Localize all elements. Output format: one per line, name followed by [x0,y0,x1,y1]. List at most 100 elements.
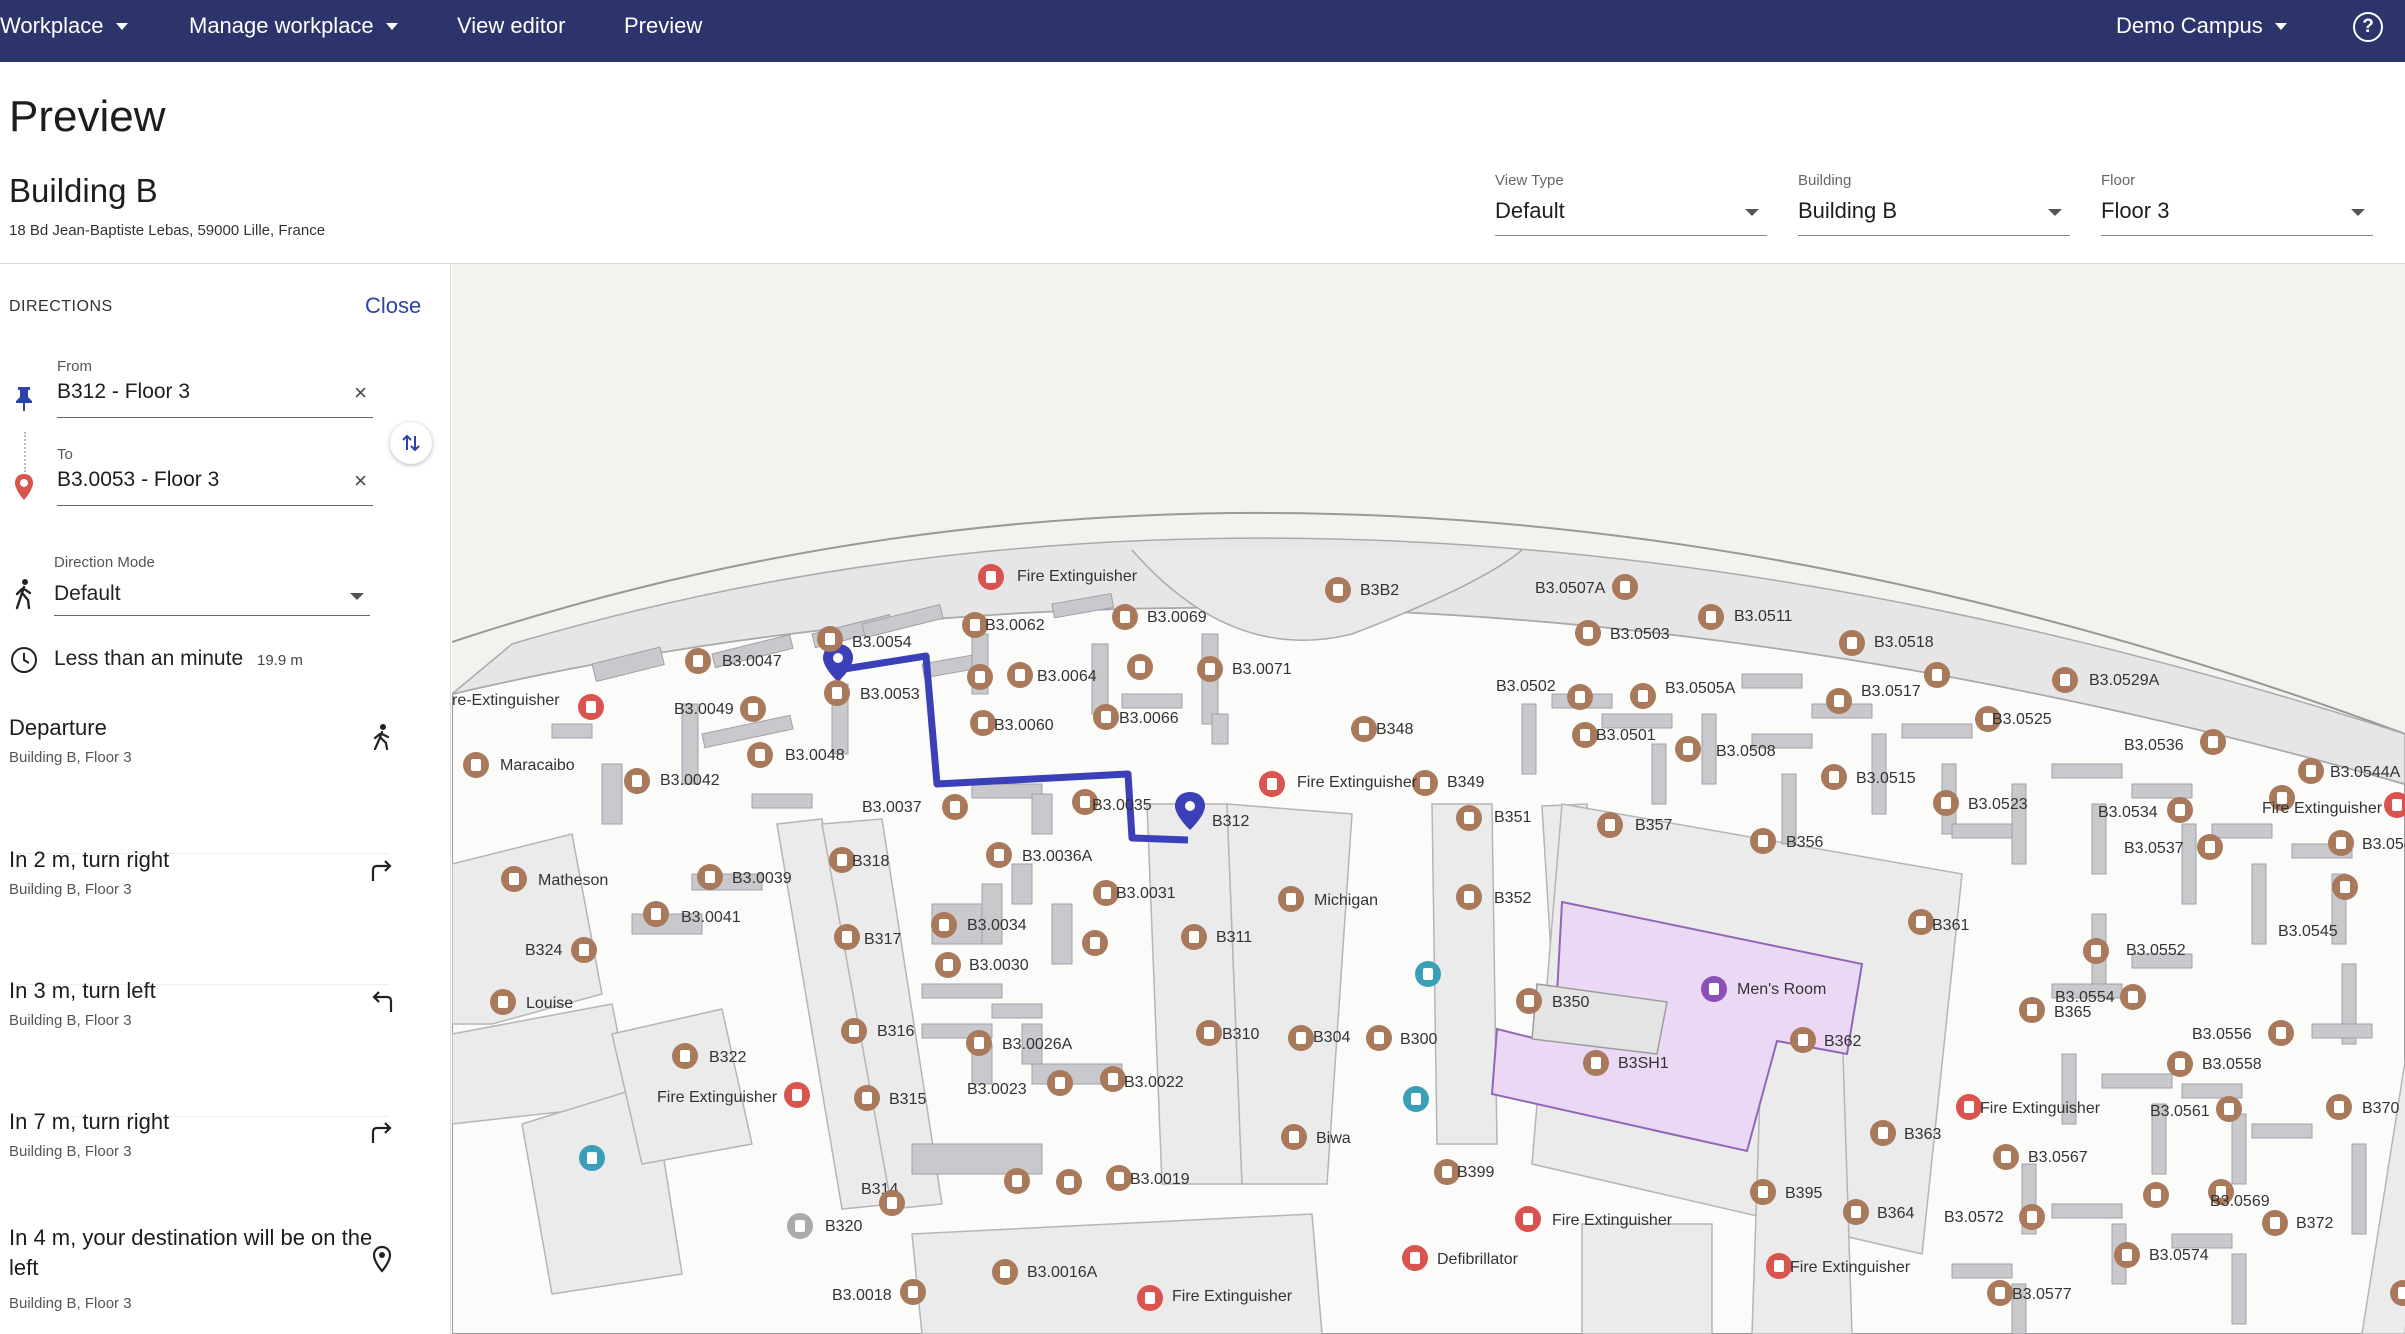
direction-step[interactable]: In 2 m, turn right Building B, Floor 3 [0,845,451,965]
room-icon[interactable] [1839,630,1865,656]
room-icon[interactable] [2167,797,2193,823]
room-icon[interactable] [1826,688,1852,714]
room-icon[interactable] [1196,1020,1222,1046]
room-icon[interactable] [1933,790,1959,816]
room-icon[interactable] [2167,1051,2193,1077]
meeting-room-icon[interactable] [1281,1124,1307,1150]
room-icon[interactable] [1993,1144,2019,1170]
room-icon[interactable] [2332,874,2358,900]
room-icon[interactable] [685,648,711,674]
fire-extinguisher-icon[interactable] [978,564,1004,590]
room-icon[interactable] [1583,1050,1609,1076]
room-icon[interactable] [879,1190,905,1216]
clear-to-icon[interactable]: × [354,468,367,494]
info-icon[interactable] [1701,976,1727,1002]
room-icon[interactable] [1675,736,1701,762]
room-icon[interactable] [2298,758,2324,784]
room-icon[interactable] [841,1018,867,1044]
fire-extinguisher-icon[interactable] [2384,792,2405,818]
room-icon[interactable] [1750,1179,1776,1205]
room-icon[interactable] [1567,684,1593,710]
fire-extinguisher-icon[interactable] [784,1082,810,1108]
swap-directions-button[interactable] [390,422,432,464]
room-icon[interactable] [2083,938,2109,964]
room-icon[interactable] [1112,604,1138,630]
room-icon[interactable] [986,842,1012,868]
nav-preview-link[interactable]: Preview [624,13,702,39]
room-icon[interactable] [1351,716,1377,742]
meeting-room-icon[interactable] [463,752,489,778]
room-icon[interactable] [1197,656,1223,682]
room-icon[interactable] [2019,997,2045,1023]
view-type-select[interactable]: View Type Default [1495,172,1767,236]
room-icon[interactable] [970,710,996,736]
room-icon[interactable] [2328,830,2354,856]
nav-view-editor-link[interactable]: View editor [457,13,565,39]
utility-icon[interactable] [1415,961,1441,987]
room-icon[interactable] [1987,1280,2013,1306]
meeting-room-icon[interactable] [1278,886,1304,912]
room-icon[interactable] [747,742,773,768]
room-icon[interactable] [1924,662,1950,688]
fire-extinguisher-icon[interactable] [1259,771,1285,797]
utility-icon[interactable] [1403,1086,1429,1112]
room-icon[interactable] [1106,1165,1132,1191]
room-icon[interactable] [967,664,993,690]
room-icon[interactable] [824,680,850,706]
close-directions-button[interactable]: Close [365,293,421,319]
room-icon[interactable] [2197,834,2223,860]
room-icon[interactable] [1100,1066,1126,1092]
room-icon[interactable] [1325,577,1351,603]
fire-extinguisher-icon[interactable] [1515,1206,1541,1232]
room-icon[interactable] [643,901,669,927]
fire-extinguisher-icon[interactable] [1766,1253,1792,1279]
room-icon[interactable] [1007,662,1033,688]
room-icon[interactable] [571,937,597,963]
floor-map[interactable]: Fire Extinguisher B3B2 B3.0507A B3.0511 … [452,264,2405,1334]
room-icon[interactable] [1456,805,1482,831]
defibrillator-icon[interactable] [1402,1245,1428,1271]
room-icon[interactable] [1288,1025,1314,1051]
direction-mode-select[interactable]: Default [54,574,370,616]
room-icon[interactable] [1093,704,1119,730]
room-icon[interactable] [1843,1199,1869,1225]
nav-manage-workplace-menu[interactable]: Manage workplace [189,13,398,39]
room-icon[interactable] [1612,574,1638,600]
room-icon[interactable] [1597,812,1623,838]
room-icon[interactable] [992,1259,1018,1285]
room-icon[interactable] [1181,924,1207,950]
room-icon[interactable] [2262,1210,2288,1236]
room-icon[interactable] [1698,604,1724,630]
room-icon[interactable] [1366,1025,1392,1051]
room-icon[interactable] [740,696,766,722]
room-icon[interactable] [1575,620,1601,646]
room-icon[interactable] [1056,1169,1082,1195]
room-icon[interactable] [1630,683,1656,709]
room-icon[interactable] [1908,909,1934,935]
room-icon[interactable] [1004,1168,1030,1194]
meeting-room-icon[interactable] [501,866,527,892]
room-icon[interactable] [854,1085,880,1111]
room-icon[interactable] [1870,1120,1896,1146]
room-icon[interactable] [935,952,961,978]
room-icon[interactable] [672,1043,698,1069]
clear-from-icon[interactable]: × [354,380,367,406]
nav-workplace-menu[interactable]: Workplace [0,13,128,39]
room-icon[interactable] [697,864,723,890]
room-icon[interactable] [1082,930,1108,956]
room-icon[interactable] [900,1279,926,1305]
from-input[interactable]: B312 - Floor 3 × [57,376,373,418]
room-icon[interactable] [966,1030,992,1056]
floor-select[interactable]: Floor Floor 3 [2101,172,2373,236]
fire-extinguisher-icon[interactable] [1956,1094,1982,1120]
room-icon[interactable] [624,768,650,794]
room-icon[interactable] [1821,764,1847,790]
room-icon[interactable] [2326,1094,2352,1120]
room-icon[interactable] [2019,1204,2045,1230]
printer-icon[interactable] [787,1213,813,1239]
direction-step[interactable]: Departure Building B, Floor 3 [0,713,451,833]
direction-step[interactable]: In 3 m, turn left Building B, Floor 3 [0,976,451,1096]
meeting-room-icon[interactable] [490,989,516,1015]
room-icon[interactable] [2143,1182,2169,1208]
room-icon[interactable] [1750,828,1776,854]
